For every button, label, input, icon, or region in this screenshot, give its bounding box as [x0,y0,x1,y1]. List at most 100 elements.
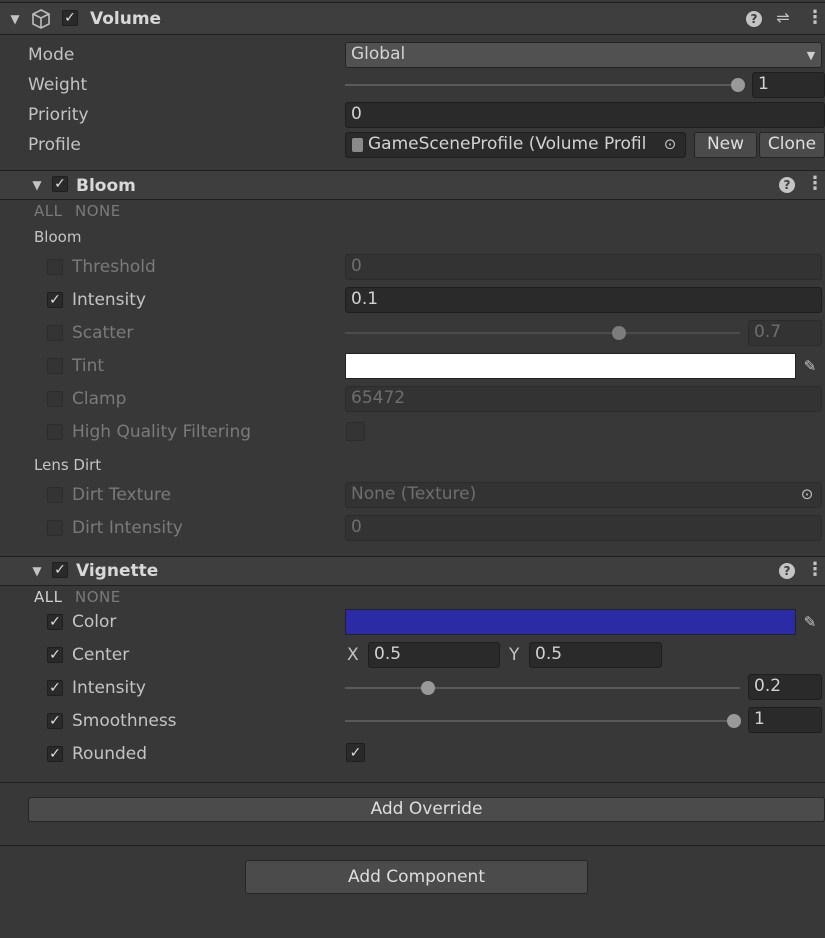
scatter-override-checkbox[interactable] [47,325,63,341]
dropdown-arrow-icon: ▼ [806,49,816,62]
profile-new-button[interactable]: New [694,132,757,158]
weight-label: Weight [28,75,88,95]
smoothness-label: Smoothness [72,711,177,731]
priority-field[interactable]: 0 [345,102,825,128]
vignette-intensity-slider-track[interactable] [345,687,740,689]
threshold-field[interactable]: 0 [345,254,822,280]
scatter-slider-track[interactable] [345,332,740,334]
bloom-intensity-override-checkbox[interactable]: ✓ [47,292,63,308]
clamp-field[interactable]: 65472 [345,386,822,412]
clamp-label: Clamp [72,389,127,409]
smoothness-slider-track[interactable] [345,720,740,722]
scatter-label: Scatter [72,323,134,343]
vignette-all-toggle[interactable]: ALL [34,588,62,606]
tint-override-checkbox[interactable] [47,358,63,374]
smoothness-field[interactable]: 1 [748,707,822,733]
vignette-title: Vignette [76,561,159,581]
rounded-checkbox[interactable]: ✓ [346,743,365,762]
add-component-button[interactable]: Add Component [245,860,588,894]
smoothness-override-checkbox[interactable]: ✓ [47,713,63,729]
lens-dirt-section-label: Lens Dirt [34,456,102,474]
threshold-label: Threshold [72,257,156,277]
help-icon[interactable]: ? [746,11,762,27]
profile-label: Profile [28,135,81,155]
dirt-intensity-label: Dirt Intensity [72,518,183,538]
hq-filtering-override-checkbox[interactable] [47,424,63,440]
rounded-override-checkbox[interactable]: ✓ [47,746,63,762]
profile-clone-button[interactable]: Clone [759,132,825,158]
scatter-field[interactable]: 0.7 [748,320,822,346]
weight-slider-track[interactable] [345,84,740,86]
tint-eyedropper-icon[interactable]: ✎ [800,357,820,375]
dirt-intensity-field[interactable]: 0 [345,515,822,541]
profile-value: GameSceneProfile (Volume Profil [368,134,647,154]
center-x-field[interactable]: 0.5 [368,642,500,668]
smoothness-value: 1 [754,709,765,729]
mode-label: Mode [28,45,75,65]
tint-color-swatch[interactable] [345,353,796,379]
vignette-intensity-override-checkbox[interactable]: ✓ [47,680,63,696]
weight-field[interactable]: 1 [752,72,825,98]
divider [0,782,825,783]
check-icon: ✓ [49,746,61,762]
tint-label: Tint [72,356,105,376]
bloom-more-icon[interactable]: ⋮ [806,175,824,193]
vignette-intensity-label: Intensity [72,678,146,698]
cube-icon [30,8,52,30]
bloom-fold-icon[interactable]: ▼ [30,176,44,194]
hq-filtering-label: High Quality Filtering [72,422,252,442]
check-icon: ✓ [49,292,61,308]
clamp-value: 65472 [351,388,406,408]
dirt-texture-override-checkbox[interactable] [47,487,63,503]
mode-value: Global [351,44,406,64]
dirt-texture-value: None (Texture) [351,484,477,504]
dirt-intensity-value: 0 [351,517,362,537]
check-icon: ✓ [49,680,61,696]
vignette-intensity-value: 0.2 [754,676,782,696]
center-override-checkbox[interactable]: ✓ [47,647,63,663]
bloom-all-toggle[interactable]: ALL [34,202,62,220]
bloom-none-toggle[interactable]: NONE [75,202,121,220]
clamp-override-checkbox[interactable] [47,391,63,407]
check-icon: ✓ [349,744,362,761]
vignette-enabled-checkbox[interactable]: ✓ [52,562,68,578]
center-label: Center [72,645,130,665]
add-override-button[interactable]: Add Override [28,797,825,822]
color-override-checkbox[interactable]: ✓ [47,614,63,630]
vignette-eyedropper-icon[interactable]: ✎ [800,613,820,631]
bloom-intensity-field[interactable]: 0.1 [345,287,822,313]
scatter-slider-knob[interactable] [612,326,626,340]
vignette-intensity-slider-knob[interactable] [421,681,435,695]
center-x-value: 0.5 [374,644,402,664]
vignette-more-icon[interactable]: ⋮ [806,561,824,579]
hq-filtering-checkbox[interactable] [346,422,365,441]
presets-icon[interactable]: ⇌ [774,9,792,27]
vignette-fold-icon[interactable]: ▼ [30,562,44,580]
weight-slider-knob[interactable] [731,78,745,92]
center-y-field[interactable]: 0.5 [529,642,662,668]
priority-label: Priority [28,105,89,125]
vignette-intensity-field[interactable]: 0.2 [748,674,822,700]
scatter-value: 0.7 [754,322,782,342]
vignette-color-swatch[interactable] [345,609,796,635]
volume-enabled-checkbox[interactable]: ✓ [62,10,78,26]
dirt-texture-label: Dirt Texture [72,485,172,505]
volume-fold-icon[interactable]: ▼ [8,10,22,28]
bloom-help-icon[interactable]: ? [779,177,795,193]
dirt-texture-target-icon[interactable]: ⊙ [798,485,816,503]
center-x-label: X [347,645,359,665]
profile-field[interactable]: GameSceneProfile (Volume Profil [345,132,686,158]
mode-dropdown[interactable]: Global [345,42,822,68]
dirt-intensity-override-checkbox[interactable] [47,520,63,536]
rounded-label: Rounded [72,744,148,764]
smoothness-slider-knob[interactable] [727,714,741,728]
profile-asset-icon [352,138,363,152]
profile-target-icon[interactable]: ⊙ [661,135,679,153]
check-icon: ✓ [64,10,76,26]
threshold-override-checkbox[interactable] [47,259,63,275]
dirt-texture-field[interactable]: None (Texture) [345,482,822,508]
bloom-enabled-checkbox[interactable]: ✓ [52,176,68,192]
vignette-help-icon[interactable]: ? [779,563,795,579]
vignette-none-toggle[interactable]: NONE [75,588,121,606]
more-options-icon[interactable]: ⋮ [806,9,824,27]
